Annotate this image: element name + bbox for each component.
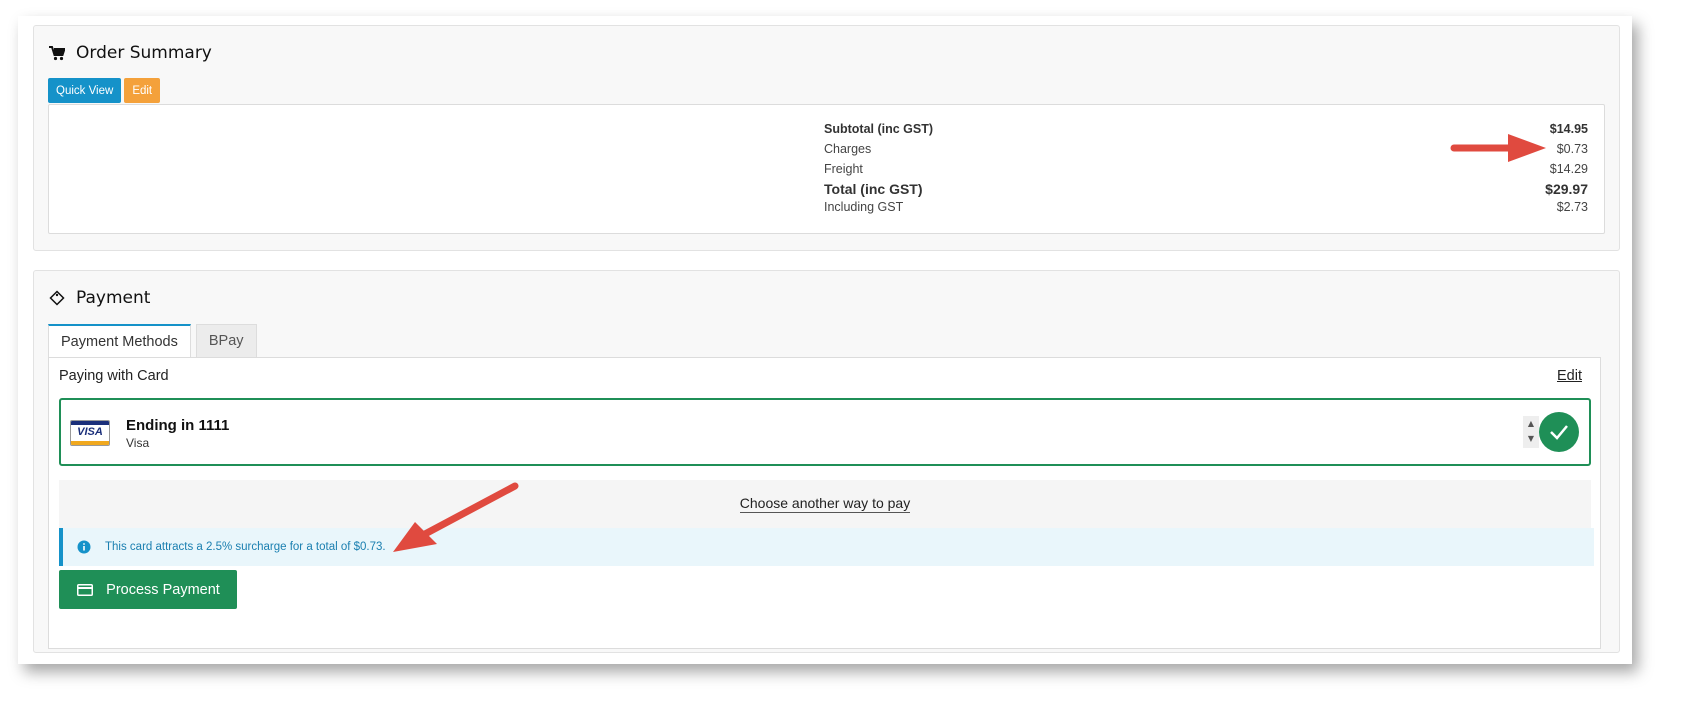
payment-title: Payment [76, 288, 151, 308]
payment-tabs: Payment Methods BPay [48, 324, 257, 358]
payment-panel: Payment Payment Methods BPay Paying with… [33, 270, 1620, 653]
tab-payment-methods[interactable]: Payment Methods [48, 324, 191, 358]
including-gst-value: $2.73 [1556, 200, 1588, 214]
tab-bpay[interactable]: BPay [195, 324, 257, 358]
card-scroll-stepper[interactable]: ▲ ▼ [1523, 416, 1539, 448]
totals-box: Subtotal (inc GST) $14.95 Charges $0.73 … [48, 104, 1605, 234]
another-way-section: Choose another way to pay [59, 480, 1591, 528]
credit-card-icon [76, 581, 94, 599]
totals-table: Subtotal (inc GST) $14.95 Charges $0.73 … [824, 119, 1588, 215]
subtotal-value: $14.95 [1549, 122, 1588, 136]
process-payment-button[interactable]: Process Payment [59, 570, 237, 609]
charges-row: Charges $0.73 [824, 139, 1588, 159]
payment-header: Payment [48, 288, 150, 308]
freight-label: Freight [824, 162, 863, 176]
order-summary-panel: Order Summary Quick View Edit Subtotal (… [33, 25, 1620, 251]
selected-check-icon [1539, 412, 1579, 452]
subtotal-row: Subtotal (inc GST) $14.95 [824, 119, 1588, 139]
order-summary-title: Order Summary [76, 43, 212, 63]
order-summary-header: Order Summary [48, 43, 212, 63]
total-value: $29.97 [1545, 181, 1588, 197]
visa-logo-text: VISA [77, 426, 103, 438]
charges-label: Charges [824, 142, 872, 156]
cart-icon [48, 44, 66, 62]
card-ending-label: Ending in 1111 [126, 417, 230, 434]
card-brand-label: Visa [126, 436, 150, 450]
visa-logo-icon: VISA [70, 420, 110, 446]
order-summary-actions: Quick View Edit [48, 78, 161, 103]
edit-order-button[interactable]: Edit [124, 78, 161, 103]
freight-value: $14.29 [1549, 162, 1588, 176]
total-row: Total (inc GST) $29.97 [824, 179, 1588, 199]
surcharge-text: This card attracts a 2.5% surcharge for … [105, 541, 386, 553]
tag-icon [48, 289, 66, 307]
payment-methods-pane: Paying with Card Edit VISA Ending in 111… [48, 357, 1601, 649]
process-payment-label: Process Payment [106, 581, 220, 598]
edit-payment-link[interactable]: Edit [1557, 368, 1582, 384]
subtotal-label: Subtotal (inc GST) [824, 122, 934, 136]
choose-another-way-link[interactable]: Choose another way to pay [739, 495, 911, 513]
quick-view-button[interactable]: Quick View [48, 78, 122, 103]
total-label: Total (inc GST) [824, 181, 923, 197]
selected-card[interactable]: VISA Ending in 1111 Visa ▲ ▼ [59, 398, 1591, 466]
paying-with-card-label: Paying with Card [59, 368, 169, 384]
freight-row: Freight $14.29 [824, 159, 1588, 179]
including-gst-label: Including GST [824, 200, 904, 214]
charges-value: $0.73 [1556, 142, 1588, 156]
info-icon [75, 538, 93, 556]
surcharge-alert: This card attracts a 2.5% surcharge for … [59, 528, 1594, 566]
including-gst-row: Including GST $2.73 [824, 199, 1588, 215]
